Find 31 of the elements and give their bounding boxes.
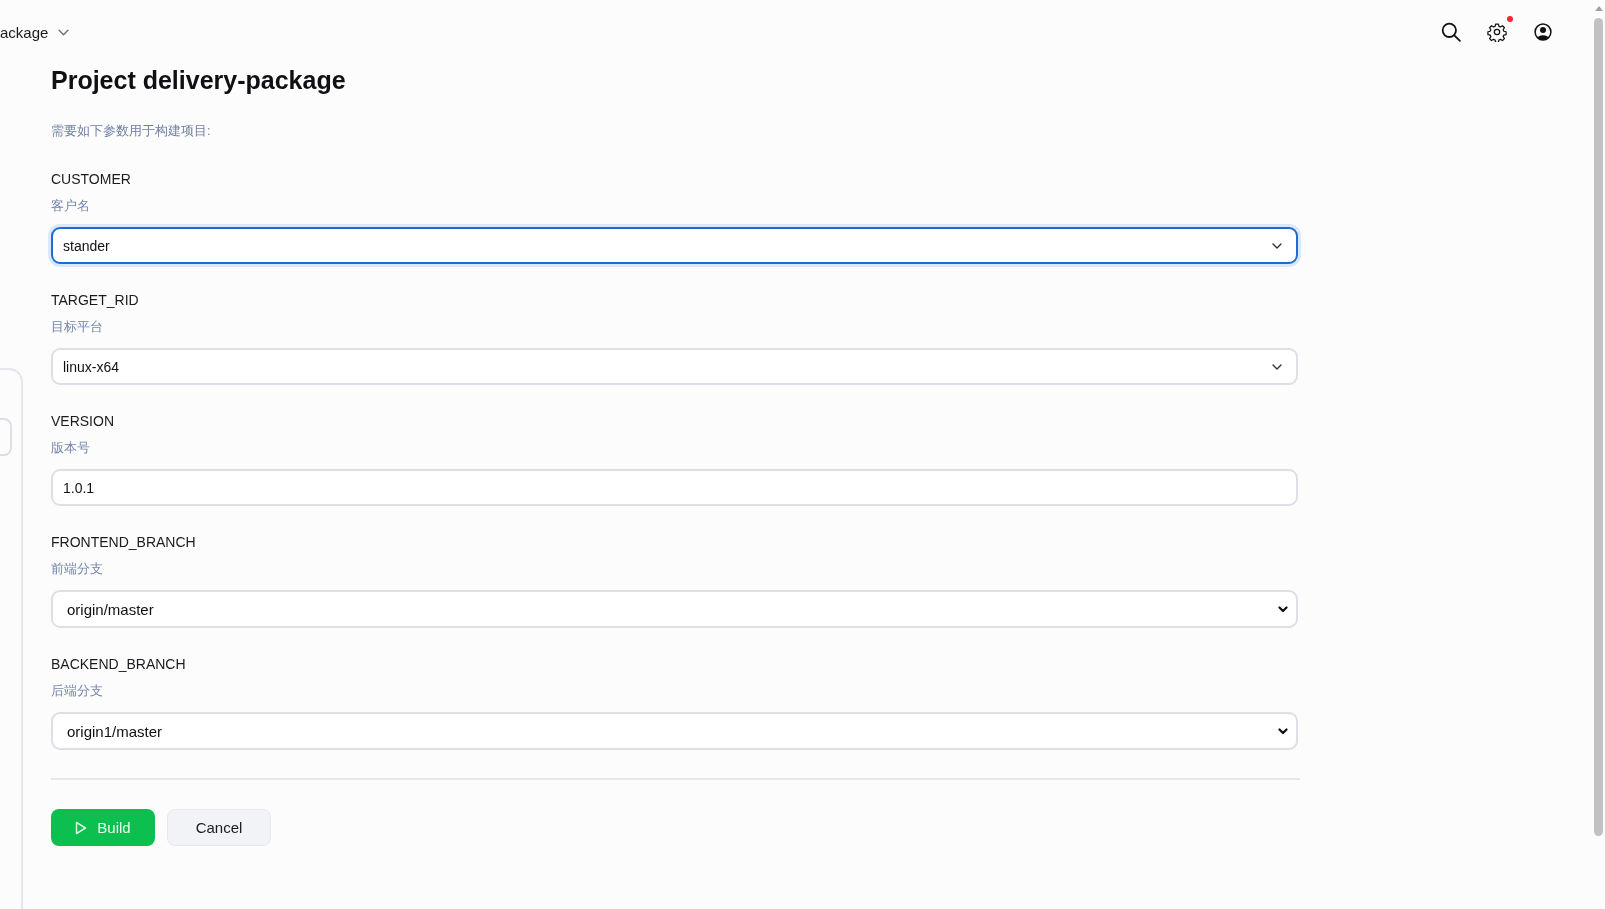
dropdown-field[interactable]: stander	[51, 227, 1298, 264]
chevron-down-icon	[1272, 242, 1282, 249]
chevron-down-icon	[1278, 727, 1288, 735]
parameter-name: FRONTEND_BRANCH	[51, 533, 197, 552]
user-avatar-icon	[1533, 22, 1553, 42]
dropdown-field[interactable]: linux-x64	[51, 348, 1298, 385]
settings-icon	[1487, 22, 1507, 42]
panel-control-edge	[0, 418, 12, 456]
text-field[interactable]: 1.0.1	[51, 469, 1298, 506]
breadcrumb-link[interactable]: ackage	[0, 23, 70, 41]
page-title: Project delivery-package	[51, 65, 347, 96]
scrollbar-thumb[interactable]	[1594, 18, 1603, 836]
parameter-description: 版本号	[51, 439, 91, 457]
play-icon	[75, 820, 88, 835]
dropdown-field[interactable]: origin1/master	[51, 712, 1298, 750]
parameter-description: 目标平台	[51, 318, 104, 336]
parameter-name: BACKEND_BRANCH	[51, 655, 187, 674]
chevron-down-icon	[58, 28, 70, 36]
settings-button[interactable]	[1484, 19, 1510, 45]
parameter-description: 客户名	[51, 197, 91, 215]
parameter-description: 后端分支	[51, 682, 104, 700]
parameter-name: VERSION	[51, 412, 115, 431]
form-description: 需要如下参数用于构建项目:	[51, 122, 212, 140]
parameter-name: CUSTOMER	[51, 170, 132, 189]
parameter-description: 前端分支	[51, 560, 104, 578]
dropdown-field[interactable]: origin/master	[51, 590, 1298, 628]
cancel-button[interactable]: Cancel	[167, 809, 271, 846]
chevron-down-icon	[1272, 363, 1282, 370]
chevron-down-icon	[1278, 605, 1288, 613]
parameter-name: TARGET_RID	[51, 291, 140, 310]
search-icon	[1441, 22, 1461, 42]
